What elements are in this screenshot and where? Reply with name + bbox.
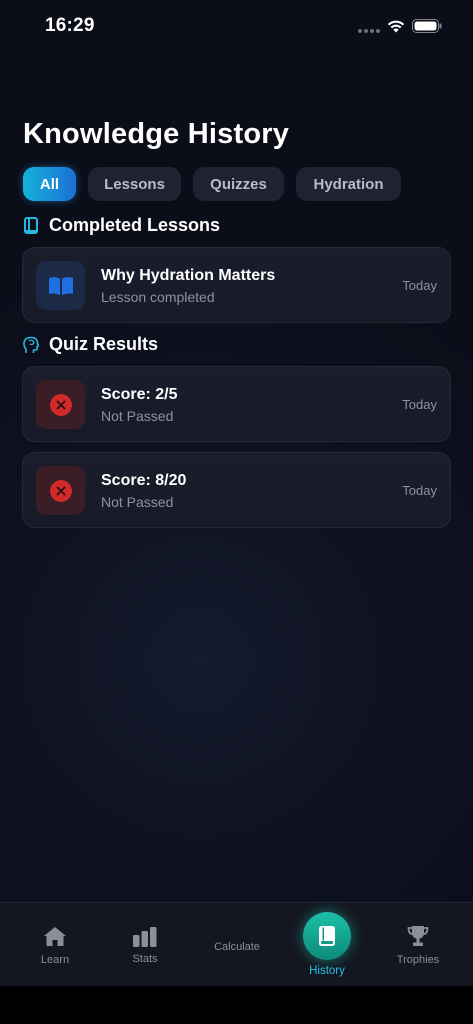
tab-label-stats: Stats bbox=[132, 953, 158, 965]
tab-label-calculate: Calculate bbox=[214, 941, 260, 953]
quiz-date: Today bbox=[402, 483, 437, 498]
filter-chip-all[interactable]: All bbox=[23, 167, 76, 201]
section-header-quizzes: Quiz Results bbox=[23, 334, 158, 355]
tab-label-trophies: Trophies bbox=[396, 954, 440, 966]
open-book-icon bbox=[48, 276, 73, 295]
bar-chart-icon bbox=[132, 925, 158, 947]
quiz-thumb bbox=[36, 466, 85, 515]
status-time: 16:29 bbox=[45, 15, 95, 36]
quiz-score: Score: 2/5 bbox=[101, 386, 178, 403]
filter-chip-lessons[interactable]: Lessons bbox=[88, 167, 181, 201]
book-icon bbox=[24, 216, 38, 234]
lesson-thumb bbox=[36, 261, 85, 310]
quiz-card[interactable]: Score: 2/5 Not Passed Today bbox=[22, 366, 451, 442]
lesson-date: Today bbox=[402, 278, 437, 293]
x-circle-icon bbox=[49, 479, 72, 502]
page-title: Knowledge History bbox=[23, 118, 290, 150]
lesson-title: Why Hydration Matters bbox=[101, 267, 276, 284]
book-icon bbox=[303, 912, 351, 960]
filter-chip-quizzes[interactable]: Quizzes bbox=[193, 167, 284, 201]
lesson-card[interactable]: Why Hydration Matters Lesson completed T… bbox=[22, 247, 451, 323]
section-title-quizzes: Quiz Results bbox=[49, 334, 159, 354]
quiz-thumb bbox=[36, 380, 85, 429]
cellular-signal-icon bbox=[358, 29, 380, 33]
quiz-date: Today bbox=[402, 397, 437, 412]
tab-trophies[interactable]: Trophies bbox=[393, 903, 443, 986]
tab-label-learn: Learn bbox=[40, 954, 70, 966]
tab-stats[interactable]: Stats bbox=[125, 903, 165, 986]
home-indicator-area bbox=[0, 986, 473, 1024]
trophy-icon bbox=[407, 925, 429, 947]
tab-bar: Learn Stats Calculate History Trophies bbox=[0, 902, 473, 986]
battery-icon bbox=[412, 19, 442, 33]
tab-learn[interactable]: Learn bbox=[34, 903, 76, 986]
section-header-lessons: Completed Lessons bbox=[23, 215, 220, 236]
section-title-lessons: Completed Lessons bbox=[49, 215, 221, 235]
quiz-card[interactable]: Score: 8/20 Not Passed Today bbox=[22, 452, 451, 528]
lesson-subtitle: Lesson completed bbox=[101, 289, 215, 305]
head-brain-icon bbox=[23, 336, 39, 353]
wifi-icon bbox=[387, 20, 405, 33]
quiz-score: Score: 8/20 bbox=[101, 472, 187, 489]
house-icon bbox=[43, 925, 67, 947]
status-bar: 16:29 bbox=[0, 0, 473, 54]
tab-label-history: History bbox=[309, 965, 345, 977]
quiz-status: Not Passed bbox=[101, 494, 174, 510]
app-screen: 16:29 Knowledge History All Lessons Quiz… bbox=[0, 0, 473, 986]
tab-calculate[interactable]: Calculate bbox=[206, 903, 268, 986]
x-circle-icon bbox=[49, 393, 72, 416]
quiz-status: Not Passed bbox=[101, 408, 174, 424]
filter-chip-hydration[interactable]: Hydration bbox=[296, 167, 401, 201]
